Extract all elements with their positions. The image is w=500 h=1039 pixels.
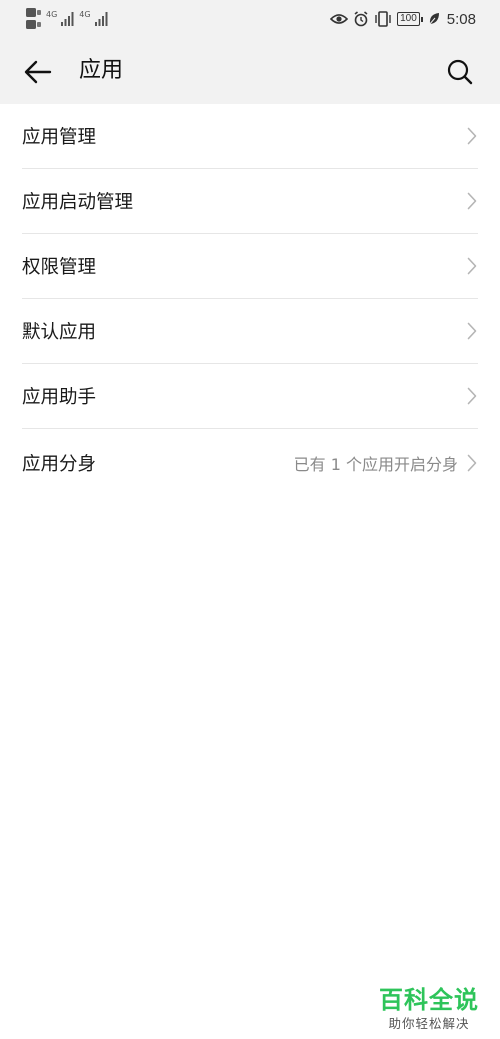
battery: 100: [397, 12, 423, 26]
list-item-label: 应用启动管理: [22, 192, 134, 213]
list-item-value: 已有 1 个应用开启分身: [293, 455, 458, 474]
list-item-label: 应用分身: [22, 454, 97, 475]
signal-1-icon: [61, 12, 74, 26]
watermark-subtitle: 助你轻松解决: [388, 1016, 470, 1031]
battery-level: 100: [400, 13, 417, 24]
signal-2-icon: [94, 12, 108, 26]
settings-list: 应用管理 应用启动管理 权限管理 默认应用 应用助手 应用分身 已有 1 个应用…: [0, 104, 500, 497]
list-item-label: 默认应用: [22, 322, 97, 343]
search-button[interactable]: [442, 54, 478, 90]
signal-2-label: 4G: [79, 9, 91, 19]
list-item-label: 应用助手: [22, 387, 97, 408]
status-left-indicators: 4G 4G: [26, 6, 109, 32]
status-bar: 4G 4G 100 5:08: [0, 0, 500, 38]
list-item-default-apps[interactable]: 默认应用: [22, 299, 478, 364]
back-button[interactable]: [20, 54, 56, 90]
arrow-left-icon: [24, 60, 52, 84]
chevron-right-icon: [466, 191, 478, 211]
app-bar: 应用: [0, 38, 500, 104]
chevron-right-icon: [466, 386, 478, 406]
hd-volte-icon: [26, 8, 41, 29]
list-item-app-assistant[interactable]: 应用助手: [22, 364, 478, 429]
chevron-right-icon: [466, 256, 478, 276]
chevron-right-icon: [466, 453, 478, 473]
battery-icon: 100: [397, 12, 420, 26]
alarm-icon: [354, 11, 368, 27]
list-item-app-management[interactable]: 应用管理: [22, 104, 478, 169]
chevron-right-icon: [466, 321, 478, 341]
page-title: 应用: [79, 58, 124, 83]
status-right-indicators: 100 5:08: [330, 7, 476, 31]
list-item-permission-management[interactable]: 权限管理: [22, 234, 478, 299]
status-time: 5:08: [446, 10, 476, 28]
vibrate-icon: [375, 11, 391, 27]
watermark-title: 百科全说: [379, 986, 479, 1014]
search-icon: [447, 59, 473, 85]
chevron-right-icon: [466, 126, 478, 146]
list-item-app-twin[interactable]: 应用分身 已有 1 个应用开启分身: [22, 429, 478, 497]
watermark: 百科全说 助你轻松解决: [374, 985, 484, 1033]
list-item-label: 权限管理: [22, 257, 97, 278]
leaf-icon: [428, 13, 439, 26]
list-item-app-launch-management[interactable]: 应用启动管理: [22, 169, 478, 234]
list-item-label: 应用管理: [22, 127, 97, 148]
eye-comfort-icon: [330, 14, 349, 24]
signal-1-label: 4G: [46, 9, 58, 19]
